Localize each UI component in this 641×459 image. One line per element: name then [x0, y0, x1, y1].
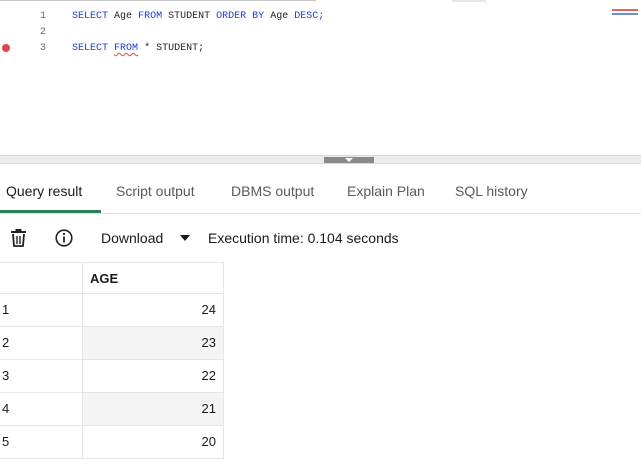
sql-keyword: FROM — [138, 11, 163, 22]
table-row[interactable]: 4 21 — [0, 393, 224, 426]
grid-header: AGE — [0, 262, 224, 295]
sql-token: STUDENT; — [156, 43, 205, 54]
chevron-down-icon[interactable] — [180, 235, 190, 241]
row-number: 4 — [2, 401, 10, 416]
age-cell[interactable]: 23 — [82, 327, 224, 359]
cell-value: 21 — [201, 401, 216, 416]
code-line-1[interactable]: SELECT Age FROM STUDENT ORDER BY Age DES… — [72, 11, 324, 22]
tab-query-result[interactable]: Query result — [6, 183, 82, 199]
sql-keyword: FROM — [114, 43, 139, 54]
line-number: 2 — [39, 27, 46, 38]
pane-splitter[interactable] — [0, 155, 641, 164]
sql-editor[interactable]: 1 2 3 SELECT Age FROM STUDENT ORDER BY A… — [0, 0, 641, 155]
code-line-3[interactable]: SELECT FROM * STUDENT; — [72, 43, 204, 54]
age-cell[interactable]: 20 — [82, 426, 224, 458]
table-row[interactable]: 5 20 — [0, 426, 224, 459]
trash-icon[interactable] — [10, 229, 27, 252]
tab-sql-history[interactable]: SQL history — [455, 183, 528, 199]
age-cell[interactable]: 24 — [82, 294, 224, 326]
row-number: 3 — [2, 368, 10, 383]
row-number: 5 — [2, 434, 10, 449]
age-cell[interactable]: 21 — [82, 393, 224, 425]
info-icon[interactable] — [55, 229, 73, 252]
download-button[interactable]: Download — [101, 230, 163, 246]
execution-time: Execution time: 0.104 seconds — [208, 230, 399, 246]
sql-keyword: ORDER — [216, 11, 247, 22]
row-number: 2 — [2, 335, 10, 350]
column-separator — [82, 263, 83, 295]
cell-value: 20 — [201, 434, 216, 449]
table-row[interactable]: 1 24 — [0, 294, 224, 327]
cell-value: 23 — [201, 335, 216, 350]
result-toolbar: Download Execution time: 0.104 seconds — [0, 214, 641, 262]
column-header-age[interactable]: AGE — [90, 271, 118, 286]
line-number: 3 — [39, 43, 46, 54]
table-row[interactable]: 3 22 — [0, 360, 224, 393]
sql-keyword: DESC; — [294, 11, 325, 22]
sql-token: STUDENT — [168, 11, 211, 22]
sql-keyword: SELECT — [72, 43, 109, 54]
line-number: 1 — [39, 11, 46, 22]
tab-dbms-output[interactable]: DBMS output — [231, 183, 314, 199]
row-number: 1 — [2, 302, 10, 317]
sql-token: Age — [114, 11, 133, 22]
table-row[interactable]: 2 23 — [0, 327, 224, 360]
overview-line-marker — [612, 13, 638, 15]
sql-keyword: SELECT — [72, 11, 109, 22]
editor-top-rule — [0, 0, 316, 1]
cell-value: 24 — [201, 302, 216, 317]
overview-error-marker — [612, 9, 638, 11]
active-tab-indicator — [0, 210, 101, 213]
tab-script-output[interactable]: Script output — [116, 183, 195, 199]
collapse-arrow-icon[interactable] — [345, 158, 353, 162]
editor-top-mark — [452, 0, 486, 2]
sql-token: Age — [270, 11, 289, 22]
sql-keyword: BY — [252, 11, 265, 22]
grid-right-border — [223, 262, 224, 459]
cell-value: 22 — [201, 368, 216, 383]
tab-explain-plan[interactable]: Explain Plan — [347, 183, 425, 199]
age-cell[interactable]: 22 — [82, 360, 224, 392]
breakpoint-marker[interactable] — [2, 44, 10, 52]
output-tabs: Query result Script output DBMS output E… — [0, 165, 641, 214]
